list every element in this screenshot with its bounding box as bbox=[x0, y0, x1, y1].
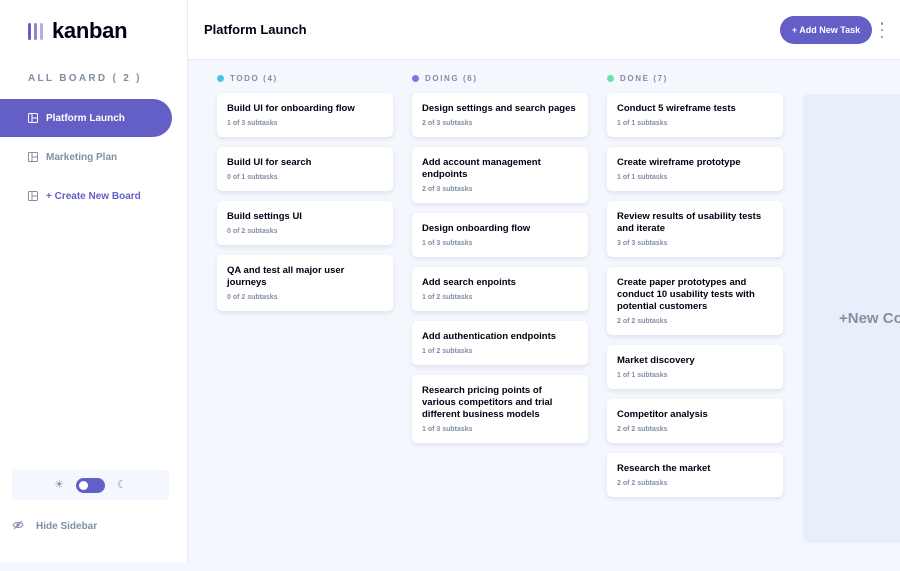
task-title: Add search enpoints bbox=[422, 277, 516, 288]
sidebar: kanban ALL BOARD ( 2 ) Platform Launch M… bbox=[0, 0, 188, 562]
task-title: Research pricing points of various compe… bbox=[422, 385, 553, 420]
task-subtasks: 2 of 3 subtasks bbox=[422, 120, 473, 127]
task-card[interactable]: Add account management endpoints 2 of 3 s… bbox=[412, 147, 588, 203]
board-icon bbox=[28, 113, 38, 123]
new-column-label: +New Column bbox=[839, 310, 900, 327]
task-card[interactable]: Review results of usability tests and it… bbox=[607, 201, 783, 257]
status-dot bbox=[217, 74, 224, 82]
task-subtasks: 1 of 1 subtasks bbox=[617, 120, 668, 127]
task-card[interactable]: Design settings and search pages 2 of 3 s… bbox=[412, 93, 588, 137]
column-doing: DOING (6) Design settings and search pag… bbox=[412, 72, 588, 453]
new-column-button[interactable]: +New Column bbox=[803, 94, 900, 543]
sidebar-item-platform-launch[interactable]: Platform Launch bbox=[0, 99, 172, 137]
create-new-board-button[interactable]: + Create New Board bbox=[0, 177, 172, 215]
task-subtasks: 1 of 1 subtasks bbox=[617, 372, 668, 379]
task-subtasks: 2 of 2 subtasks bbox=[617, 318, 668, 325]
task-card[interactable]: Conduct 5 wireframe tests 1 of 1 subtasks bbox=[607, 93, 783, 137]
task-title: Build settings UI bbox=[227, 211, 302, 222]
app-logo: kanban bbox=[28, 18, 128, 44]
task-card[interactable]: Create paper prototypes and conduct 10 u… bbox=[607, 267, 783, 335]
column-header: DOING (6) bbox=[412, 72, 588, 84]
column-title: TODO (4) bbox=[230, 73, 278, 83]
task-card[interactable]: Design onboarding flow 1 of 3 subtasks bbox=[412, 213, 588, 257]
task-subtasks: 2 of 2 subtasks bbox=[617, 426, 668, 433]
task-card[interactable]: Build UI for onboarding flow 1 of 3 subta… bbox=[217, 93, 393, 137]
task-card[interactable]: Competitor analysis 2 of 2 subtasks bbox=[607, 399, 783, 443]
column-done: DONE (7) Conduct 5 wireframe tests 1 of 1… bbox=[607, 72, 783, 507]
task-card[interactable]: QA and test all major user journeys 0 of … bbox=[217, 255, 393, 311]
theme-toggle: ☀ ☾ bbox=[12, 470, 169, 500]
create-board-label: + Create New Board bbox=[46, 190, 141, 202]
task-title: Add account management endpoints bbox=[422, 157, 541, 180]
task-subtasks: 1 of 3 subtasks bbox=[422, 240, 473, 247]
task-card[interactable]: Create wireframe prototype 1 of 1 subtask… bbox=[607, 147, 783, 191]
eye-slash-icon bbox=[12, 520, 24, 533]
task-card[interactable]: Add search enpoints 1 of 2 subtasks bbox=[412, 267, 588, 311]
task-title: Build UI for search bbox=[227, 157, 312, 168]
sidebar-item-label: Platform Launch bbox=[46, 112, 125, 124]
all-boards-heading: ALL BOARD ( 2 ) bbox=[28, 73, 142, 84]
top-header: Platform Launch + Add New Task bbox=[188, 0, 900, 60]
status-dot bbox=[607, 74, 614, 82]
task-title: QA and test all major user journeys bbox=[227, 265, 345, 288]
logo-text: kanban bbox=[52, 18, 128, 43]
hide-sidebar-button[interactable]: Hide Sidebar bbox=[12, 520, 97, 533]
task-title: Create wireframe prototype bbox=[617, 157, 741, 168]
column-header: TODO (4) bbox=[217, 72, 393, 84]
task-title: Add authentication endpoints bbox=[422, 331, 557, 342]
task-subtasks: 0 of 1 subtasks bbox=[227, 174, 278, 181]
sun-icon: ☀ bbox=[54, 478, 64, 491]
task-card[interactable]: Market discovery 1 of 1 subtasks bbox=[607, 345, 783, 389]
task-subtasks: 1 of 1 subtasks bbox=[617, 174, 668, 181]
task-title: Competitor analysis bbox=[617, 409, 708, 420]
moon-icon: ☾ bbox=[117, 478, 127, 491]
kanban-logo-icon bbox=[28, 22, 43, 40]
task-subtasks: 3 of 3 subtasks bbox=[617, 240, 668, 247]
task-title: Build UI for onboarding flow bbox=[227, 103, 355, 114]
task-subtasks: 1 of 3 subtasks bbox=[227, 120, 278, 127]
task-card[interactable]: Research pricing points of various compe… bbox=[412, 375, 588, 443]
more-options-icon[interactable] bbox=[878, 22, 886, 38]
column-title: DOING (6) bbox=[425, 73, 478, 83]
task-subtasks: 1 of 2 subtasks bbox=[422, 294, 473, 301]
task-card[interactable]: Build settings UI 0 of 2 subtasks bbox=[217, 201, 393, 245]
board-icon bbox=[28, 152, 38, 162]
task-title: Research the market bbox=[617, 463, 711, 474]
column-todo: TODO (4) Build UI for onboarding flow 1 o… bbox=[217, 72, 393, 321]
task-title: Review results of usability tests and it… bbox=[617, 211, 762, 234]
board-icon bbox=[28, 191, 38, 201]
task-title: Conduct 5 wireframe tests bbox=[617, 103, 736, 114]
task-card[interactable]: Build UI for search 0 of 1 subtasks bbox=[217, 147, 393, 191]
task-subtasks: 2 of 2 subtasks bbox=[617, 480, 668, 487]
task-title: Design onboarding flow bbox=[422, 223, 531, 234]
task-title: Market discovery bbox=[617, 355, 695, 366]
column-header: DONE (7) bbox=[607, 72, 783, 84]
switch-knob bbox=[79, 480, 88, 490]
task-subtasks: 0 of 2 subtasks bbox=[227, 228, 278, 235]
add-new-task-button[interactable]: + Add New Task bbox=[780, 16, 872, 44]
task-title: Create paper prototypes and conduct 10 u… bbox=[617, 277, 755, 312]
status-dot bbox=[412, 74, 419, 82]
sidebar-item-marketing-plan[interactable]: Marketing Plan bbox=[0, 138, 172, 176]
task-subtasks: 2 of 3 subtasks bbox=[422, 186, 473, 193]
hide-sidebar-label: Hide Sidebar bbox=[36, 521, 98, 532]
task-subtasks: 1 of 3 subtasks bbox=[422, 426, 473, 433]
page-title: Platform Launch bbox=[204, 22, 307, 37]
task-title: Design settings and search pages bbox=[422, 103, 576, 114]
task-subtasks: 0 of 2 subtasks bbox=[227, 294, 278, 301]
task-card[interactable]: Add authentication endpoints 1 of 2 subta… bbox=[412, 321, 588, 365]
column-title: DONE (7) bbox=[620, 73, 668, 83]
task-subtasks: 1 of 2 subtasks bbox=[422, 348, 473, 355]
theme-switch[interactable] bbox=[76, 477, 105, 493]
board-list: Platform Launch Marketing Plan + Create … bbox=[0, 99, 188, 216]
task-card[interactable]: Research the market 2 of 2 subtasks bbox=[607, 453, 783, 497]
sidebar-item-label: Marketing Plan bbox=[46, 151, 118, 163]
